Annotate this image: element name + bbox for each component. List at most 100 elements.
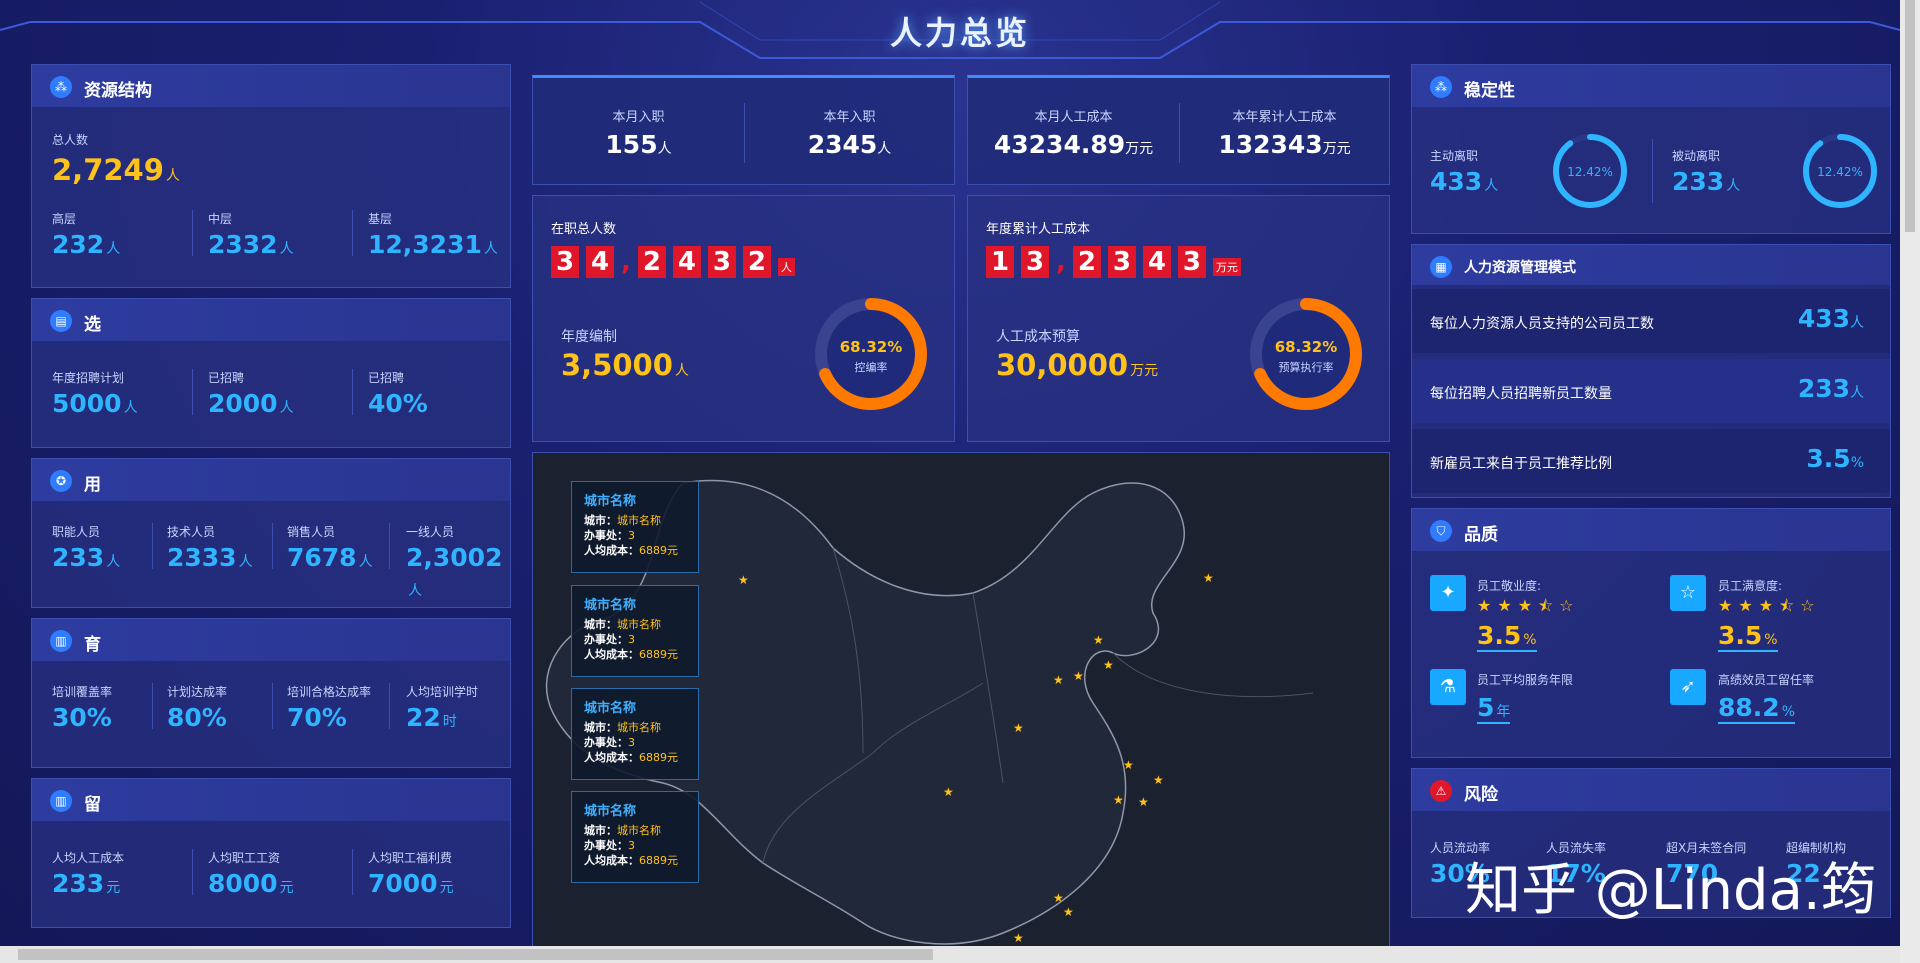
scrollbar-thumb[interactable] [18, 949, 933, 960]
hr-row-label: 每位人力资源人员支持的公司员工数 [1430, 316, 1654, 332]
digit-separator: , [1056, 247, 1066, 277]
stat-label: 技术人员 [167, 525, 216, 539]
book-icon: ▥ [50, 630, 72, 652]
stat-label: 计划达成率 [167, 685, 228, 699]
digit-box: 4 [586, 246, 614, 278]
gauge-label: 预算执行率 [1279, 360, 1334, 374]
digit-box: 3 [1107, 246, 1136, 278]
digit-box: 3 [1021, 246, 1049, 278]
stat-value: 433 人 [1430, 167, 1499, 196]
annual-cost-panel: 年度累计人工成本 1 3, 2 3 4 3 万元 人工成本预算 30,0000 万元 68.3… [967, 195, 1390, 442]
stat-value: 2000 人 [208, 389, 294, 418]
stat-value: 233 元 [52, 869, 121, 898]
active-leave-ring: 12.42% [1553, 134, 1627, 208]
hr-mode-panel: ▦ 人力资源管理模式 每位人力资源人员支持的公司员工数 433人 每位招聘人员招聘… [1411, 244, 1891, 498]
city-line: 城市：城市名称 [584, 824, 661, 837]
vertical-scrollbar[interactable] [1900, 0, 1920, 963]
quota-label: 年度编制 [561, 329, 617, 345]
annual-cost-label: 年度累计人工成本 [986, 222, 1091, 237]
stat-value: 233 人 [52, 543, 121, 572]
star-icon: ★ [1063, 905, 1074, 919]
structure-icon: ⁂ [50, 76, 72, 98]
senior-label: 高层 [52, 212, 77, 226]
city-card-title: 城市名称 [584, 804, 637, 819]
city-card[interactable]: 城市名称 城市：城市名称 办事处：3 人均成本：6889元 [571, 791, 699, 883]
star-icon: ★ [1073, 669, 1084, 683]
star-icon: ★ [738, 573, 749, 587]
book-icon: ▥ [50, 790, 72, 812]
star-icon: ★ [1103, 658, 1114, 672]
horizontal-scrollbar[interactable] [0, 946, 1900, 963]
rocket-icon: ➶ [1670, 669, 1706, 705]
panel-title: 风险 [1464, 785, 1498, 805]
star-icon: ★ [1053, 673, 1064, 687]
middle-label: 中层 [208, 212, 233, 226]
panel-title: 品质 [1464, 525, 1498, 545]
base-label: 基层 [368, 212, 393, 226]
budget-value: 30,0000 万元 [996, 348, 1159, 382]
train-panel: ▥ 育 培训覆盖率 30% 计划达成率 80% 培训合格达成率 70% 人均培训学… [31, 618, 511, 768]
stat-label: 培训覆盖率 [52, 685, 113, 699]
headcount-label: 在职总人数 [551, 222, 617, 237]
rating-stars: ★★★⯪☆ [1718, 596, 1821, 615]
city-card[interactable]: 城市名称 城市：城市名称 办事处：3 人均成本：6889元 [571, 585, 699, 677]
stat-value: 233 人 [1672, 167, 1741, 196]
stat-value: 40% [368, 389, 428, 418]
city-card[interactable]: 城市名称 城市：城市名称 办事处：3 人均成本：6889元 [571, 688, 699, 780]
city-line: 城市：城市名称 [584, 514, 661, 527]
quality-label: 高绩效员工留任率 [1718, 673, 1815, 687]
digit-unit: 人 [777, 258, 795, 276]
stat-value: 8000 元 [208, 869, 294, 898]
digit-box: 3 [1177, 246, 1206, 278]
ring-value: 12.42% [1567, 165, 1613, 179]
stat-value: 7678 人 [287, 543, 373, 572]
hr-row-label: 每位招聘人员招聘新员工数量 [1430, 386, 1612, 402]
digit-box: 3 [707, 246, 736, 278]
panel-title: 选 [84, 315, 101, 335]
passive-leave-ring: 12.42% [1803, 134, 1877, 208]
headcount-panel: 在职总人数 34,2432人 年度编制 3,5000 人 68.32% 控编率 [532, 195, 955, 442]
headcount-digits: 34,2432人 [551, 246, 795, 278]
watermark: 知乎 @Linda.筠 [1465, 858, 1877, 923]
panel-title: 留 [84, 795, 101, 815]
scrollbar-thumb[interactable] [1905, 0, 1915, 232]
stat-label: 本年入职 [823, 110, 876, 125]
quota-value: 3,5000 人 [561, 348, 689, 382]
digit-box: 4 [672, 246, 701, 278]
cost-line: 人均成本：6889元 [584, 751, 678, 764]
flask-icon: ⚗ [1430, 669, 1466, 705]
office-line: 办事处：3 [584, 736, 635, 749]
panel-title: 用 [84, 475, 101, 495]
badge-icon: ✦ [1430, 575, 1466, 611]
city-card-title: 城市名称 [584, 701, 637, 716]
cost-line: 人均成本：6889元 [584, 648, 678, 661]
stat-value: 155人 [605, 130, 672, 159]
digit-box: 4 [1142, 246, 1171, 278]
panel-title: 人力资源管理模式 [1464, 260, 1576, 276]
quality-value: 3.5% [1477, 621, 1537, 652]
headcount-gauge: 68.32% 控编率 [815, 298, 927, 410]
stat-value: 2333 人 [167, 543, 253, 572]
star-icon: ★ [1123, 758, 1134, 772]
hr-row: 每位招聘人员招聘新员工数量 233人 [1412, 359, 1890, 423]
china-map[interactable]: ★ ★ ★ ★ ★ ★ ★ ★ ★ ★ ★ ★ ★ ★ ★ 城市名称 城市：城市… [532, 452, 1390, 963]
senior-value: 232 人 [52, 230, 121, 259]
hr-row-value: 433人 [1797, 304, 1864, 333]
quality-label: 员工敬业度: [1477, 579, 1542, 593]
star-icon: ★ [1013, 931, 1024, 945]
city-card[interactable]: 城市名称 城市：城市名称 办事处：3 人均成本：6889元 [571, 481, 699, 573]
hr-row-label: 新雇员工来自于员工推荐比例 [1430, 456, 1612, 472]
digit-separator: , [621, 247, 631, 277]
gauge-label: 控编率 [855, 360, 888, 374]
panel-title: 资源结构 [84, 81, 152, 101]
stat-label: 人均职工福利费 [368, 851, 453, 865]
stat-value: 30% [52, 703, 112, 732]
stat-label: 已招聘 [368, 371, 405, 385]
digit-box: 1 [986, 246, 1014, 278]
stat-label: 被动离职 [1672, 149, 1721, 163]
office-line: 办事处：3 [584, 633, 635, 646]
gauge-value: 68.32% [1275, 338, 1337, 356]
star-icon: ★ [1113, 793, 1124, 807]
stat-label: 本月人工成本 [1034, 110, 1113, 125]
budget-label: 人工成本预算 [996, 329, 1080, 345]
